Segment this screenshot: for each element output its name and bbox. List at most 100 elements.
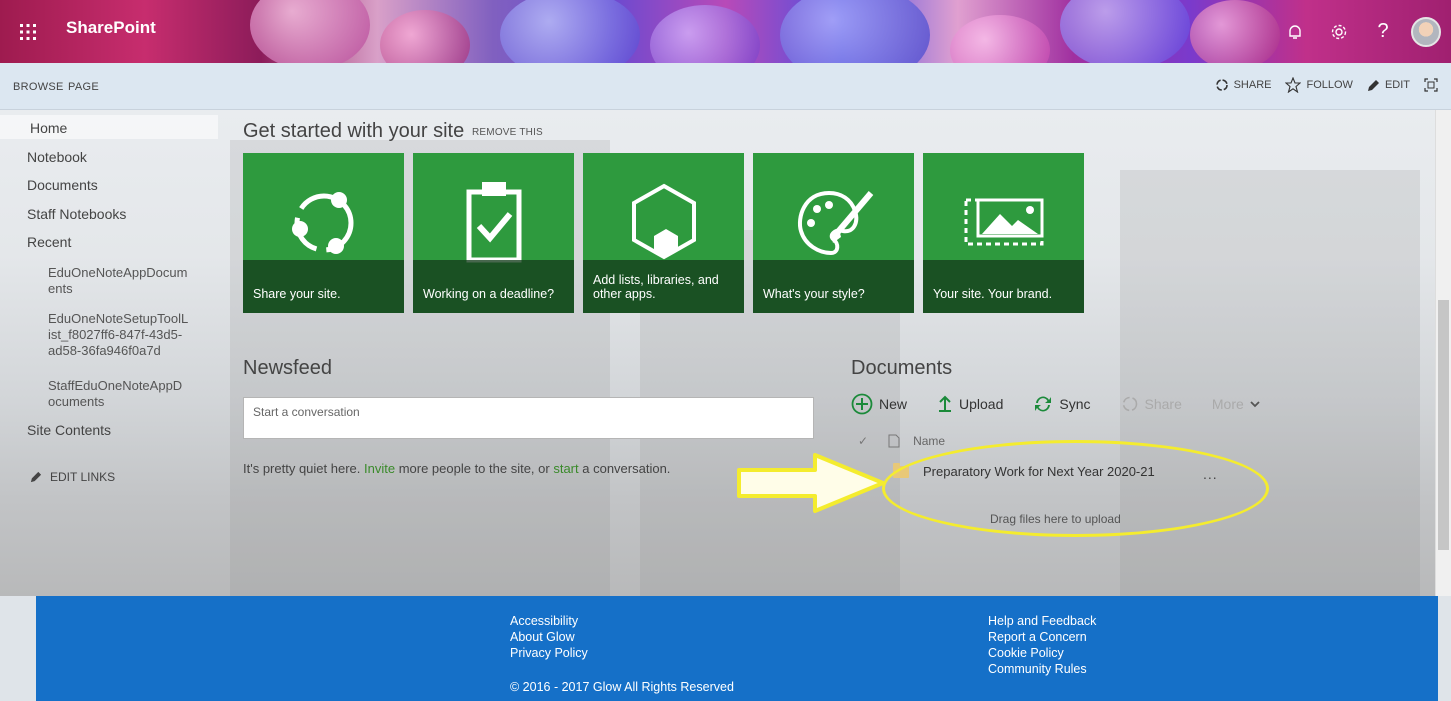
sync-button[interactable]: Sync (1033, 395, 1091, 413)
tab-browse[interactable]: BROWSE (13, 81, 64, 93)
vertical-scrollbar[interactable] (1435, 110, 1451, 596)
nav-item-staff-notebooks[interactable]: Staff Notebooks (27, 206, 126, 222)
palette-icon (797, 190, 873, 256)
share-label: SHARE (1233, 79, 1272, 91)
more-button[interactable]: More (1212, 396, 1267, 412)
notifications-button[interactable] (1275, 12, 1315, 52)
nav-recent-item-eduonenoteappdocuments[interactable]: EduOneNoteAppDocum ents (48, 265, 187, 297)
footer-link-accessibility[interactable]: Accessibility (510, 613, 588, 629)
header-banner-image (0, 0, 1451, 63)
nav-recent-item-staffeduonenoteappdocuments[interactable]: StaffEduOneNoteAppD ocuments (48, 378, 182, 410)
edit-button[interactable]: EDIT (1367, 79, 1410, 92)
tile-add-apps[interactable]: Add lists, libraries, and other apps. (583, 153, 744, 313)
app-launcher-button[interactable] (14, 18, 42, 46)
share-label: Share (1144, 396, 1182, 412)
tile-your-brand[interactable]: Your site. Your brand. (923, 153, 1084, 313)
nav-item-home[interactable]: Home (30, 120, 67, 136)
new-label: New (879, 396, 908, 412)
empty-message-text: more people to the site, or (395, 461, 554, 476)
chevron-down-icon (1250, 401, 1260, 408)
upload-button[interactable]: Upload (937, 395, 1003, 413)
empty-message-text: It's pretty quiet here. (243, 461, 364, 476)
waffle-icon (20, 24, 36, 40)
app-name-link[interactable]: SharePoint (66, 18, 156, 38)
edit-links-button[interactable]: EDIT LINKS (30, 470, 115, 484)
nav-recent-item-line: ist_f8027ff6-847f-43d5- (48, 327, 183, 342)
documents-column-header: ✓ Name (858, 434, 945, 448)
tile-share-site[interactable]: Share your site. (243, 153, 404, 313)
annotation-highlight-ellipse (882, 440, 1269, 537)
tile-caption: What's your style? (753, 260, 914, 313)
apps-hexagon-icon (631, 183, 696, 260)
start-conversation-input[interactable]: Start a conversation (243, 397, 814, 439)
focus-mode-button[interactable] (1424, 78, 1443, 92)
name-column-header[interactable]: Name (913, 434, 945, 448)
footer-link-privacy-policy[interactable]: Privacy Policy (510, 645, 588, 661)
tile-caption: Share your site. (243, 260, 404, 313)
star-icon (1285, 77, 1302, 93)
share-icon (291, 192, 353, 254)
follow-label: FOLLOW (1306, 79, 1353, 91)
nav-item-recent[interactable]: Recent (27, 234, 71, 250)
share-button[interactable]: SHARE (1215, 78, 1272, 92)
footer-link-report-concern[interactable]: Report a Concern (988, 629, 1096, 645)
more-label: More (1211, 396, 1244, 412)
footer-link-help-feedback[interactable]: Help and Feedback (988, 613, 1096, 629)
nav-item-notebook[interactable]: Notebook (27, 149, 87, 165)
edit-label: EDIT (1384, 79, 1410, 91)
avatar[interactable] (1411, 16, 1441, 47)
share-icon (1215, 79, 1228, 91)
tile-whats-your-style[interactable]: What's your style? (753, 153, 914, 313)
documents-command-bar: New Upload Sync Share More (851, 391, 1297, 417)
sync-label: Sync (1059, 396, 1091, 412)
share-icon (1122, 396, 1137, 412)
share-document-button[interactable]: Share (1121, 395, 1182, 413)
plus-circle-icon (851, 393, 873, 415)
get-started-title: Get started with your site (243, 120, 465, 142)
help-button[interactable]: ? (1363, 12, 1403, 52)
remove-this-link[interactable]: REMOVE THIS (472, 127, 543, 138)
tile-working-on-deadline[interactable]: Working on a deadline? (413, 153, 574, 313)
nav-recent-item-line: EduOneNoteSetupToolL (48, 311, 189, 326)
footer: Accessibility About Glow Privacy Policy … (36, 596, 1438, 701)
scrollbar-thumb[interactable] (1438, 300, 1449, 550)
nav-item-documents[interactable]: Documents (27, 177, 98, 193)
nav-recent-item-line: ad58-36fa946f0a7d (48, 343, 161, 358)
settings-button[interactable] (1319, 12, 1359, 52)
annotation-arrow-icon (737, 453, 885, 513)
footer-link-community-rules[interactable]: Community Rules (988, 661, 1096, 677)
nav-recent-item-eduonenotesetuptoollist[interactable]: EduOneNoteSetupToolL ist_f8027ff6-847f-4… (48, 311, 188, 359)
ribbon: BROWSE PAGE SHARE FOLLOW EDIT (0, 63, 1451, 110)
footer-left-links: Accessibility About Glow Privacy Policy (510, 613, 588, 661)
new-document-button[interactable]: New (851, 393, 907, 415)
start-conversation-link[interactable]: start (553, 461, 578, 476)
empty-message-text: a conversation. (578, 461, 671, 476)
upload-arrow-icon (939, 395, 952, 412)
tile-caption: Working on a deadline? (413, 260, 574, 313)
clipboard-check-icon (466, 182, 521, 263)
edit-links-label: EDIT LINKS (50, 470, 116, 484)
upload-label: Upload (959, 396, 1004, 412)
invite-link[interactable]: Invite (364, 461, 395, 476)
pencil-icon (30, 471, 42, 483)
tile-caption: Your site. Your brand. (923, 260, 1084, 313)
nav-recent-item-line: StaffEduOneNoteAppD (48, 378, 183, 393)
footer-link-cookie-policy[interactable]: Cookie Policy (988, 645, 1096, 661)
nav-recent-item-line: ents (48, 281, 73, 296)
nav-recent-item-line: EduOneNoteAppDocum (48, 265, 188, 280)
bell-icon (1289, 24, 1301, 39)
focus-icon (1424, 78, 1438, 92)
follow-button[interactable]: FOLLOW (1285, 77, 1353, 93)
sync-icon (1035, 396, 1052, 412)
tab-page[interactable]: PAGE (68, 81, 99, 93)
select-all-checkmark-icon[interactable]: ✓ (858, 434, 868, 448)
footer-link-about-glow[interactable]: About Glow (510, 629, 588, 645)
tile-caption: Add lists, libraries, and other apps. (583, 260, 744, 313)
documents-title[interactable]: Documents (851, 357, 952, 380)
file-type-icon (888, 434, 900, 448)
nav-recent-item-line: ocuments (48, 394, 105, 409)
nav-item-site-contents[interactable]: Site Contents (27, 422, 111, 438)
newsfeed-title: Newsfeed (243, 357, 332, 379)
suite-bar: SharePoint ? (0, 0, 1451, 63)
newsfeed-empty-message: It's pretty quiet here. Invite more peop… (243, 461, 670, 476)
